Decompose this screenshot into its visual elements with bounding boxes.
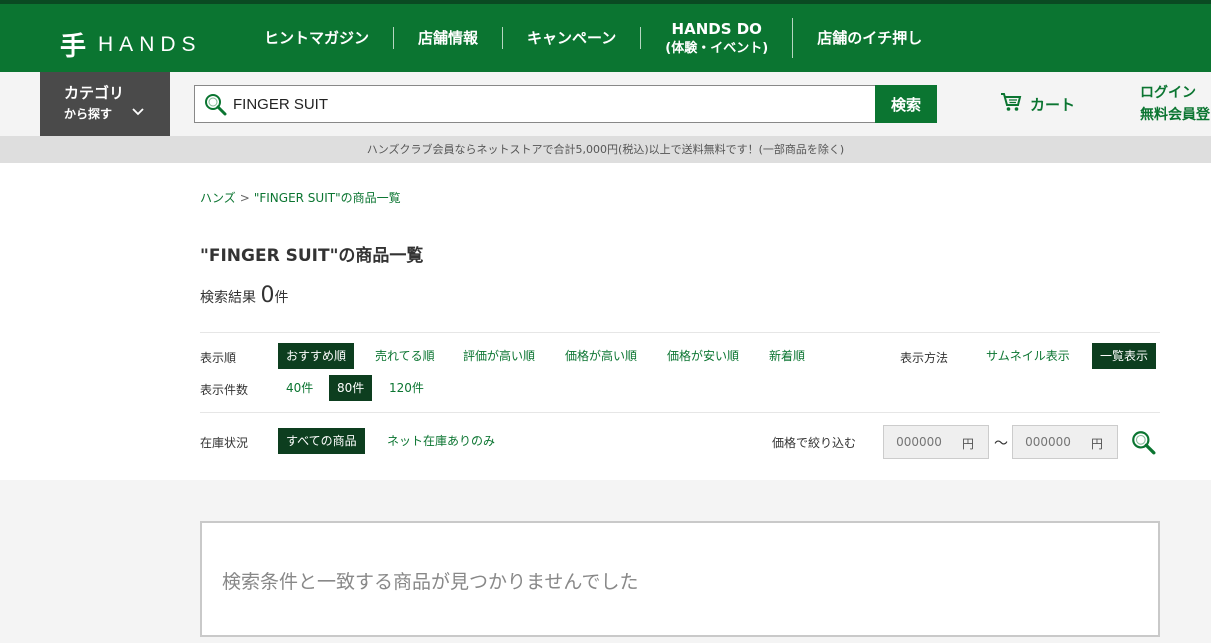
result-count: 検索結果 0件: [200, 283, 288, 308]
search-button[interactable]: 検索: [875, 85, 937, 123]
cart-icon: [1000, 92, 1030, 116]
per-page-120[interactable]: 120件: [381, 375, 432, 401]
search-icon: [203, 92, 227, 120]
category-label: カテゴリ: [64, 84, 125, 102]
nav-hint-magazine[interactable]: ヒントマガジン: [240, 27, 395, 49]
price-filter-label: 価格で絞り込む: [772, 436, 857, 450]
result-number: 0: [260, 283, 275, 308]
divider: [200, 332, 1160, 333]
category-sublabel: から探す: [64, 107, 113, 121]
nav-campaign[interactable]: キャンペーン: [503, 27, 642, 49]
main-content: ハンズ > "FINGER SUIT"の商品一覧 "FINGER SUIT"の商品一…: [0, 163, 1211, 480]
nav-label: キャンペーン: [527, 29, 617, 47]
sort-rating[interactable]: 評価が高い順: [455, 343, 543, 369]
yen-label: 円: [961, 437, 974, 451]
cart-label: カート: [1030, 95, 1076, 114]
logo-mark: 手: [60, 32, 87, 62]
stock-online-only[interactable]: ネット在庫ありのみ: [379, 428, 503, 454]
nav-label: 店舗情報: [418, 29, 479, 47]
result-unit: 件: [274, 290, 289, 306]
chevron-down-icon: [132, 105, 144, 119]
display-thumbnail[interactable]: サムネイル表示: [978, 343, 1078, 369]
divider: [200, 412, 1160, 413]
search-input[interactable]: [233, 86, 863, 122]
sort-recommended[interactable]: おすすめ順: [278, 343, 355, 369]
per-page-80[interactable]: 80件: [329, 375, 373, 401]
per-page-label: 表示件数: [200, 383, 249, 397]
shipping-notice: ハンズクラブ会員ならネットストアで合計5,000円(税込)以上で送料無料です！(…: [0, 136, 1211, 163]
price-min-input[interactable]: [884, 426, 954, 458]
sort-newest[interactable]: 新着順: [761, 343, 813, 369]
yen-label: 円: [1090, 437, 1103, 451]
breadcrumb: ハンズ > "FINGER SUIT"の商品一覧: [200, 189, 401, 206]
per-page-40[interactable]: 40件: [278, 375, 321, 401]
nav-label: 店舗のイチ押し: [817, 29, 923, 47]
sort-best-selling[interactable]: 売れてる順: [367, 343, 443, 369]
display-list[interactable]: 一覧表示: [1092, 343, 1157, 369]
empty-results-box: 検索条件と一致する商品が見つかりませんでした: [200, 521, 1160, 637]
price-min-box: 円: [883, 425, 989, 459]
breadcrumb-separator: >: [239, 191, 250, 205]
nav-store-info[interactable]: 店舗情報: [394, 27, 504, 49]
login-area: ログイン 無料会員登: [1140, 82, 1210, 126]
range-tilde: 〜: [994, 436, 1008, 452]
category-button[interactable]: カテゴリ から探す: [40, 72, 170, 136]
price-max-box: 円: [1012, 425, 1118, 459]
nav-label: ヒントマガジン: [264, 29, 370, 47]
breadcrumb-current[interactable]: "FINGER SUIT"の商品一覧: [254, 191, 401, 205]
sort-label: 表示順: [200, 351, 237, 365]
main-nav: ヒントマガジン 店舗情報 キャンペーン HANDS DO (体験・イベント) 店舗…: [240, 4, 946, 72]
stock-all[interactable]: すべての商品: [278, 428, 365, 454]
search-box: [194, 85, 876, 123]
login-link[interactable]: ログイン: [1140, 82, 1210, 104]
top-header: 手 HANDS ヒントマガジン 店舗情報 キャンペーン HANDS DO (体験・…: [0, 0, 1211, 72]
breadcrumb-home[interactable]: ハンズ: [200, 191, 236, 205]
cart-link[interactable]: カート: [1000, 92, 1075, 116]
empty-message: 検索条件と一致する商品が見つかりませんでした: [222, 571, 639, 593]
search-bar: カテゴリ から探す 検索 カート ログイン 無料会員登: [0, 72, 1211, 136]
stock-label: 在庫状況: [200, 436, 249, 450]
page-title: "FINGER SUIT"の商品一覧: [200, 246, 424, 266]
price-max-input[interactable]: [1013, 426, 1083, 458]
nav-sublabel: (体験・イベント): [665, 41, 769, 56]
nav-hands-do[interactable]: HANDS DO (体験・イベント): [641, 18, 794, 58]
sort-price-high[interactable]: 価格が高い順: [557, 343, 645, 369]
display-label: 表示方法: [900, 351, 949, 365]
result-label: 検索結果: [200, 290, 256, 306]
nav-label: HANDS DO: [671, 20, 762, 38]
sort-price-low[interactable]: 価格が安い順: [659, 343, 747, 369]
nav-store-picks[interactable]: 店舗のイチ押し: [793, 27, 946, 49]
price-search-icon[interactable]: [1130, 429, 1156, 459]
hands-logo[interactable]: 手 HANDS: [60, 26, 202, 63]
logo-text: HANDS: [98, 32, 202, 56]
register-link[interactable]: 無料会員登: [1140, 104, 1210, 126]
